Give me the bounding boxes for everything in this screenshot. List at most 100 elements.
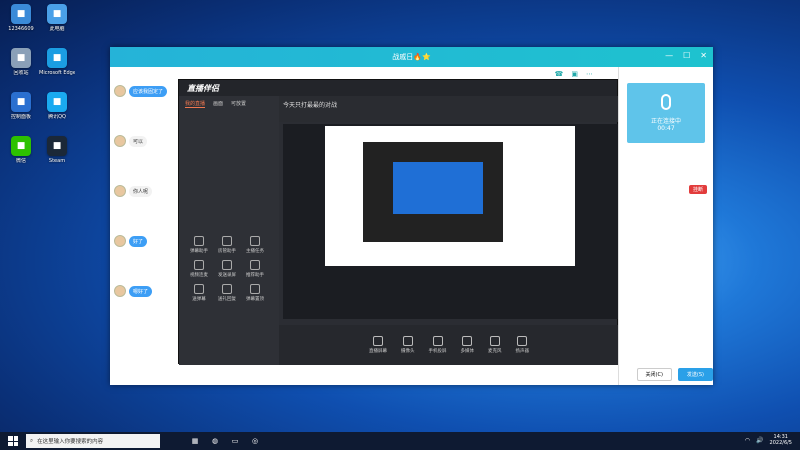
chat-bubble: 嗯好了 [129, 285, 153, 297]
tool-item[interactable]: 视频连麦 [185, 260, 213, 278]
stream-tool[interactable]: 多媒体 [460, 336, 475, 354]
tool-item[interactable]: 推荐助手 [241, 260, 269, 278]
tool-item[interactable]: 送礼回复 [213, 284, 241, 302]
minimize-icon[interactable]: — [665, 51, 673, 60]
desktop-icon-label: 12346609 [8, 26, 34, 32]
avatar [114, 135, 126, 147]
stream-tool-label: 摄像头 [401, 349, 415, 354]
avatar [114, 235, 126, 247]
call-panel: 正在连接中 00:47 挂断 [618, 67, 713, 385]
desktop-icon[interactable]: ■ 微信 [4, 136, 38, 176]
more-icon[interactable]: ⋯ [586, 70, 593, 78]
taskbar-search[interactable]: ⌕ 在这里输入你要搜索的内容 [26, 434, 160, 448]
tool-icon [250, 284, 260, 294]
inner-tab[interactable]: 画面 [213, 100, 223, 108]
tool-grid: 弹幕助手 房管助手 主播任务视频连麦 发送录屏 推荐助手送弹幕 送礼回复 弹幕置顶 [185, 236, 275, 302]
taskbar-clock[interactable]: 14:31 2022/6/5 [770, 434, 792, 446]
desktop-icon[interactable]: ■ 此电脑 [40, 4, 74, 44]
chat-bubble: 你人呢 [129, 185, 153, 197]
chat-window[interactable]: 战戚日🔥⭐ — ☐ ✕ ☎ ▣ ⋯ 应该我固定了 可以 你人呢 好了 嗯好了 直播伴侣 … [110, 47, 713, 385]
desktop-icon[interactable]: ■ Microsoft Edge [39, 48, 75, 88]
tool-label: 发送录屏 [218, 273, 236, 278]
chat-message: 可以 [114, 135, 148, 147]
chrome-taskbar-icon[interactable]: ◎ [248, 435, 262, 447]
steam-icon: ■ [47, 136, 67, 156]
chat-bubble: 好了 [129, 235, 148, 247]
tool-item[interactable]: 送弹幕 [185, 284, 213, 302]
start-button[interactable] [0, 436, 26, 446]
live-companion-app[interactable]: 直播伴侣 我的直播 画面 可放置 弹幕助手 房管助手 主播任务 视频连麦 发送录屏 推荐助手送… [178, 79, 619, 365]
tool-icon [222, 260, 232, 270]
close-icon[interactable]: ✕ [700, 51, 707, 60]
explorer-taskbar-icon[interactable]: ▭ [228, 435, 242, 447]
inner-header: 直播伴侣 [179, 80, 617, 96]
desktop-icon-label: 腾讯QQ [48, 114, 66, 120]
stream-tool[interactable]: 摄像头 [401, 336, 415, 354]
stream-tool-label: 多媒体 [460, 349, 475, 354]
windows-icon [8, 436, 18, 446]
tool-item[interactable]: 主播任务 [241, 236, 269, 254]
inner-center: 今天只打最最的对战 直播屏幕 摄像头 手机投屏 多媒体 麦克风 扬声器 [279, 96, 619, 365]
tool-item[interactable]: 发送录屏 [213, 260, 241, 278]
stream-tool[interactable]: 麦克风 [488, 336, 502, 354]
stream-tool[interactable]: 手机投屏 [429, 336, 447, 354]
send-button[interactable]: 发送(S) [677, 368, 713, 381]
computer-icon: ■ [47, 4, 67, 24]
volume-icon[interactable]: 🔊 [756, 437, 763, 444]
stream-title[interactable]: 今天只打最最的对战 [283, 102, 337, 109]
tool-item[interactable]: 弹幕助手 [185, 236, 213, 254]
hangup-button[interactable]: 挂断 [688, 185, 707, 194]
video-icon[interactable]: ▣ [571, 70, 578, 78]
maximize-icon[interactable]: ☐ [683, 51, 690, 60]
call-timer: 00:47 [657, 125, 675, 132]
tool-item[interactable]: 弹幕置顶 [241, 284, 269, 302]
inner-tab[interactable]: 我的直播 [185, 100, 206, 108]
avatar [114, 85, 126, 97]
chat-history: 应该我固定了 可以 你人呢 好了 嗯好了 [110, 81, 180, 351]
stream-tool-icon [432, 336, 443, 346]
clock-date: 2022/6/5 [769, 440, 792, 446]
stream-tool-icon [373, 336, 383, 346]
tool-icon [222, 284, 232, 294]
desktop-icon[interactable]: ■ Steam [40, 136, 74, 176]
tool-icon [250, 260, 260, 270]
stream-tool-icon [517, 336, 528, 346]
preview-nested-screen [283, 124, 619, 319]
desktop-icon[interactable]: ■ 回收站 [4, 48, 38, 88]
desktop-icon-label: 回收站 [13, 70, 29, 76]
tool-icon [194, 260, 204, 270]
desktop-icon[interactable]: ■ 腾讯QQ [40, 92, 74, 132]
recycle-bin-icon: ■ [11, 48, 31, 68]
taskbar: ⌕ 在这里输入你要搜索的内容 ▦ ◍ ▭ ◎ ◠ 🔊 14:31 2022/6/… [0, 432, 800, 450]
stream-tool[interactable]: 扬声器 [516, 336, 529, 354]
wifi-icon[interactable]: ◠ [745, 437, 750, 444]
edge-icon: ■ [47, 48, 67, 68]
stream-tool-label: 麦克风 [488, 349, 502, 354]
inner-tabs: 我的直播 画面 可放置 [179, 96, 279, 112]
chat-message: 你人呢 [114, 185, 153, 197]
avatar [114, 185, 126, 197]
search-icon: ⌕ [30, 437, 34, 444]
task-view-icon[interactable]: ▦ [188, 435, 202, 447]
close-button[interactable]: 关闭(C) [636, 368, 672, 381]
inner-tab[interactable]: 可放置 [231, 100, 246, 108]
window-title: 战戚日🔥⭐ [392, 53, 431, 61]
desktop-icon[interactable]: ■ 12346609 [4, 4, 38, 44]
wechat-icon: ■ [11, 136, 31, 156]
chat-message: 嗯好了 [114, 285, 153, 297]
app-logo: 直播伴侣 [187, 83, 219, 93]
desktop-icons: ■ 12346609 ■ 此电脑 ■ 回收站 ■ Microsoft Edge ■ 控制面板 ■ 腾讯… [0, 0, 110, 432]
stream-toolbar: 直播屏幕 摄像头 手机投屏 多媒体 麦克风 扬声器 [279, 325, 619, 365]
edge-taskbar-icon[interactable]: ◍ [208, 435, 222, 447]
microphone-icon [661, 94, 671, 110]
window-titlebar[interactable]: 战戚日🔥⭐ — ☐ ✕ [110, 47, 713, 67]
desktop-icon-label: 此电脑 [49, 26, 65, 32]
desktop-icon[interactable]: ■ 控制面板 [4, 92, 38, 132]
tool-label: 弹幕置顶 [246, 297, 264, 302]
phone-icon[interactable]: ☎ [555, 70, 564, 78]
inner-left-panel: 我的直播 画面 可放置 弹幕助手 房管助手 主播任务视频连麦 发送录屏 推荐助手送弹幕 送礼回… [179, 96, 279, 365]
bottom-actions: 关闭(C) 发送(S) [636, 368, 713, 381]
desktop-icon-label: 控制面板 [10, 114, 31, 120]
stream-tool[interactable]: 直播屏幕 [369, 336, 387, 354]
tool-item[interactable]: 房管助手 [213, 236, 241, 254]
